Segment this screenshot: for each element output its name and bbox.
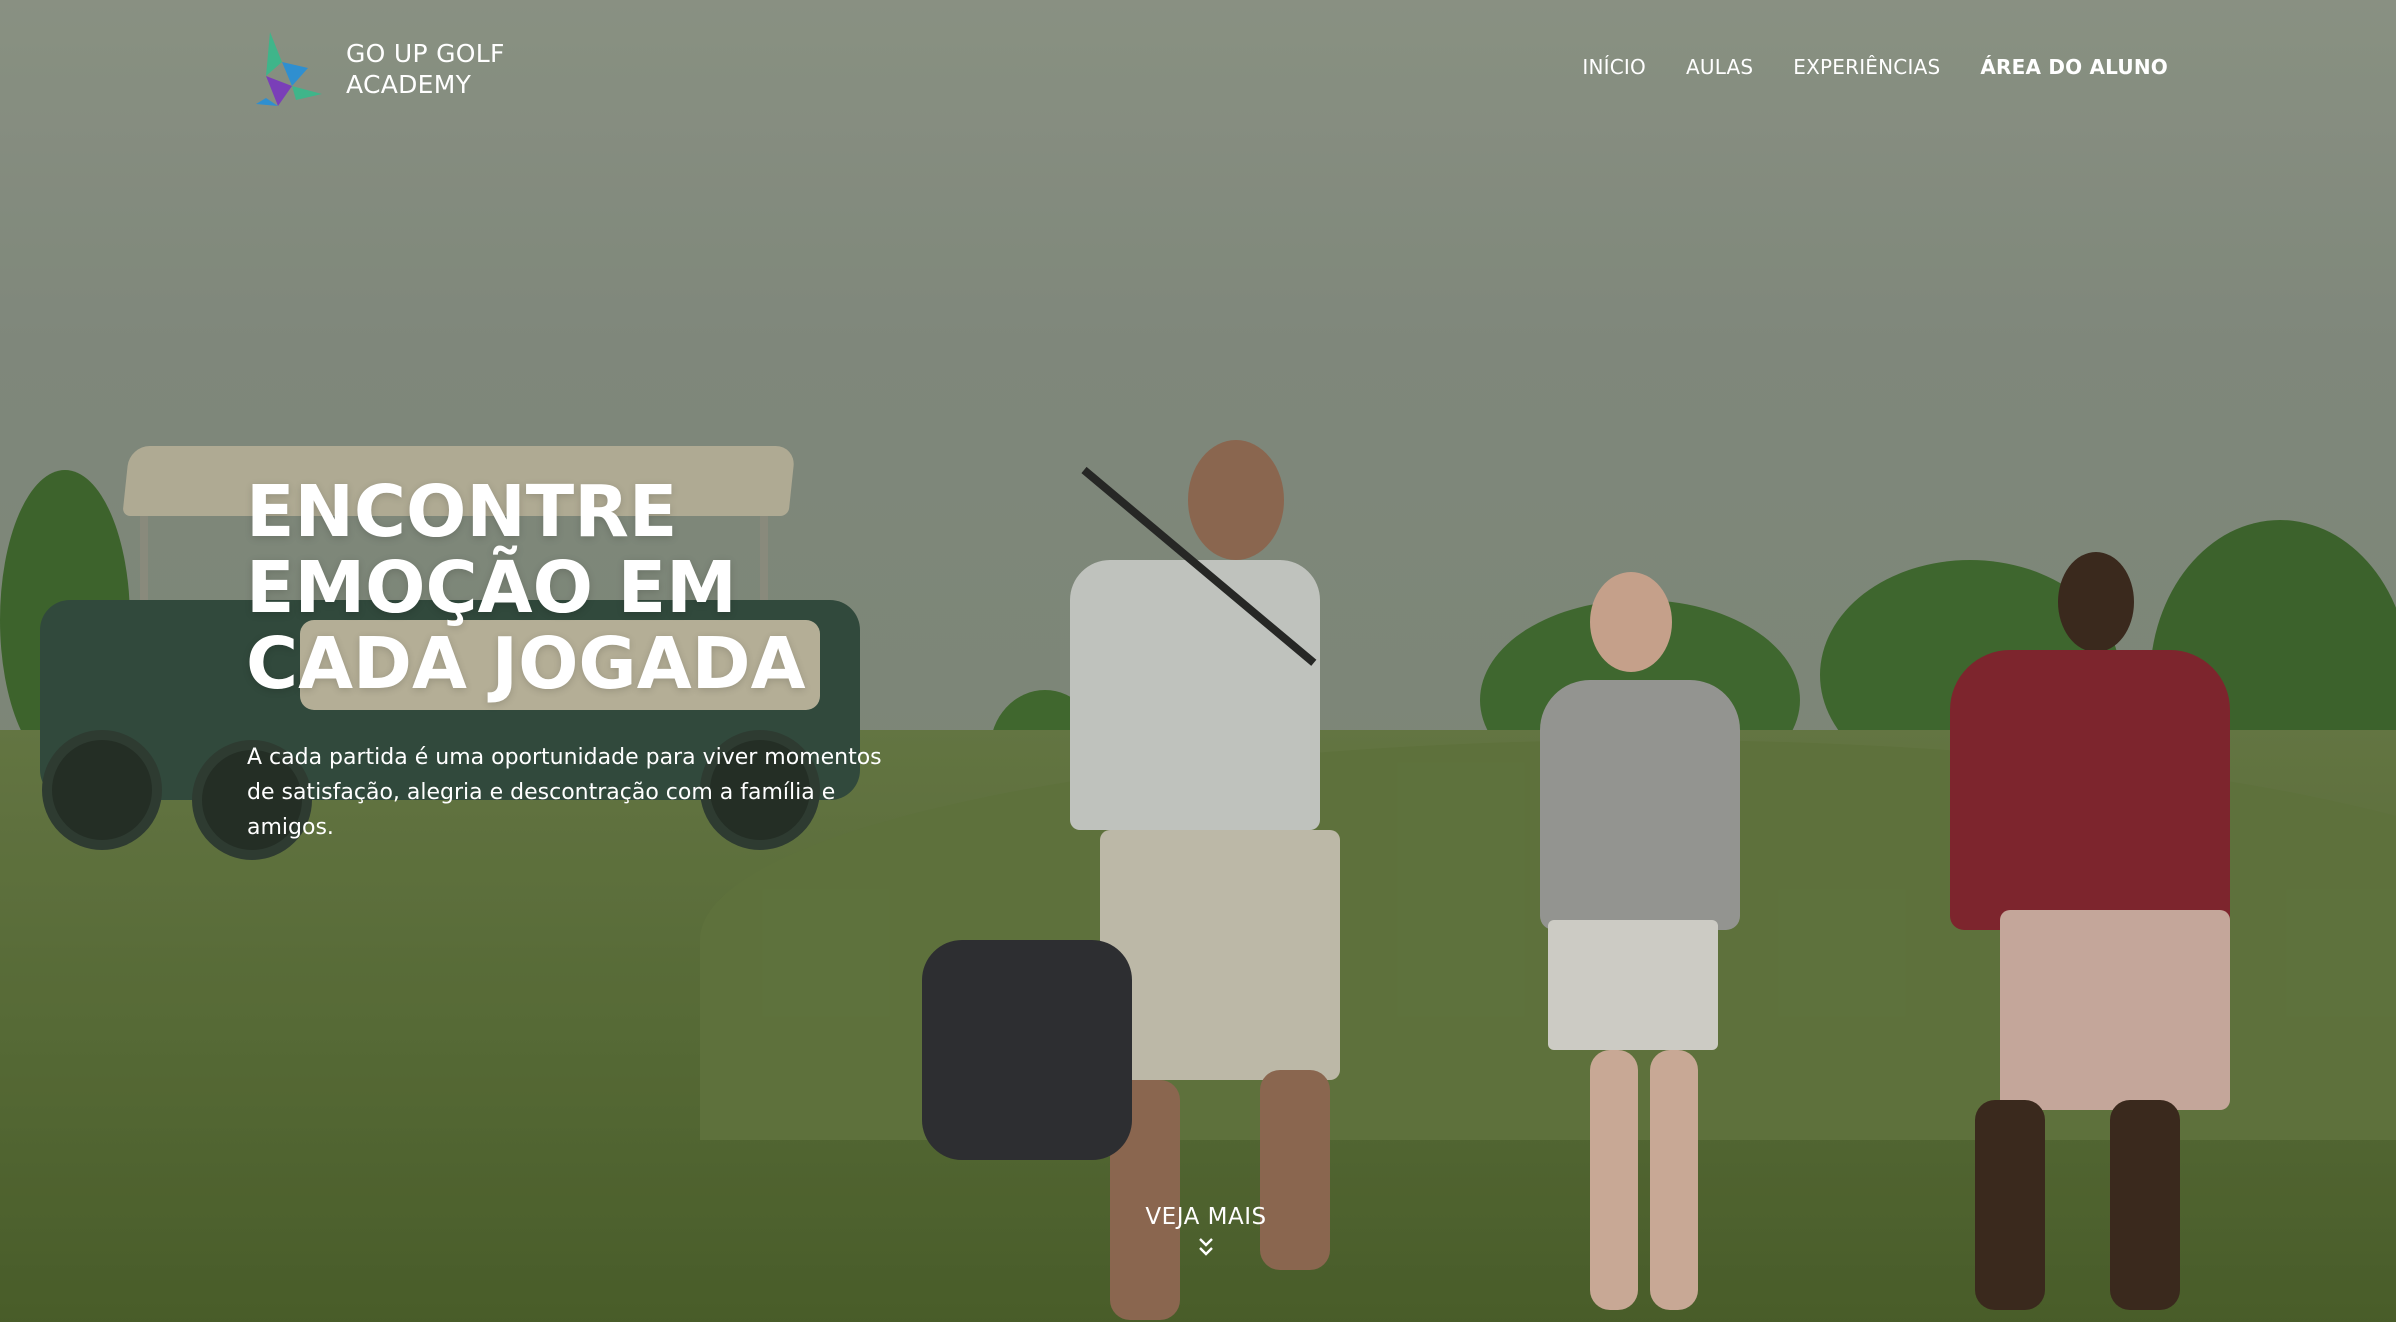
- brand-line-1: GO UP GOLF: [346, 39, 505, 68]
- veja-mais-button[interactable]: VEJA MAIS: [1120, 1204, 1292, 1258]
- headline-line-3: CADA JOGADA: [246, 622, 806, 705]
- main-navigation: INÍCIO AULAS EXPERIÊNCIAS ÁREA DO ALUNO: [1582, 55, 2168, 79]
- hero-headline: ENCONTRE EMOÇÃO EM CADA JOGADA: [246, 474, 986, 702]
- headline-line-2: EMOÇÃO EM: [246, 546, 737, 629]
- nav-item-area-do-aluno[interactable]: ÁREA DO ALUNO: [1980, 55, 2168, 79]
- hero-subtext: A cada partida é uma oportunidade para v…: [247, 745, 882, 840]
- headline-line-1: ENCONTRE: [246, 470, 678, 553]
- nav-item-aulas[interactable]: AULAS: [1686, 55, 1753, 79]
- brand-name[interactable]: GO UP GOLF ACADEMY: [346, 38, 505, 100]
- bird-logo-icon[interactable]: [252, 28, 324, 110]
- brand-line-2: ACADEMY: [346, 70, 472, 99]
- veja-mais-label: VEJA MAIS: [1145, 1204, 1267, 1230]
- top-navbar: GO UP GOLF ACADEMY INÍCIO AULAS EXPERIÊN…: [0, 0, 2396, 140]
- double-chevron-down-icon: [1199, 1238, 1213, 1256]
- nav-item-inicio[interactable]: INÍCIO: [1582, 55, 1646, 79]
- nav-item-experiencias[interactable]: EXPERIÊNCIAS: [1793, 55, 1940, 79]
